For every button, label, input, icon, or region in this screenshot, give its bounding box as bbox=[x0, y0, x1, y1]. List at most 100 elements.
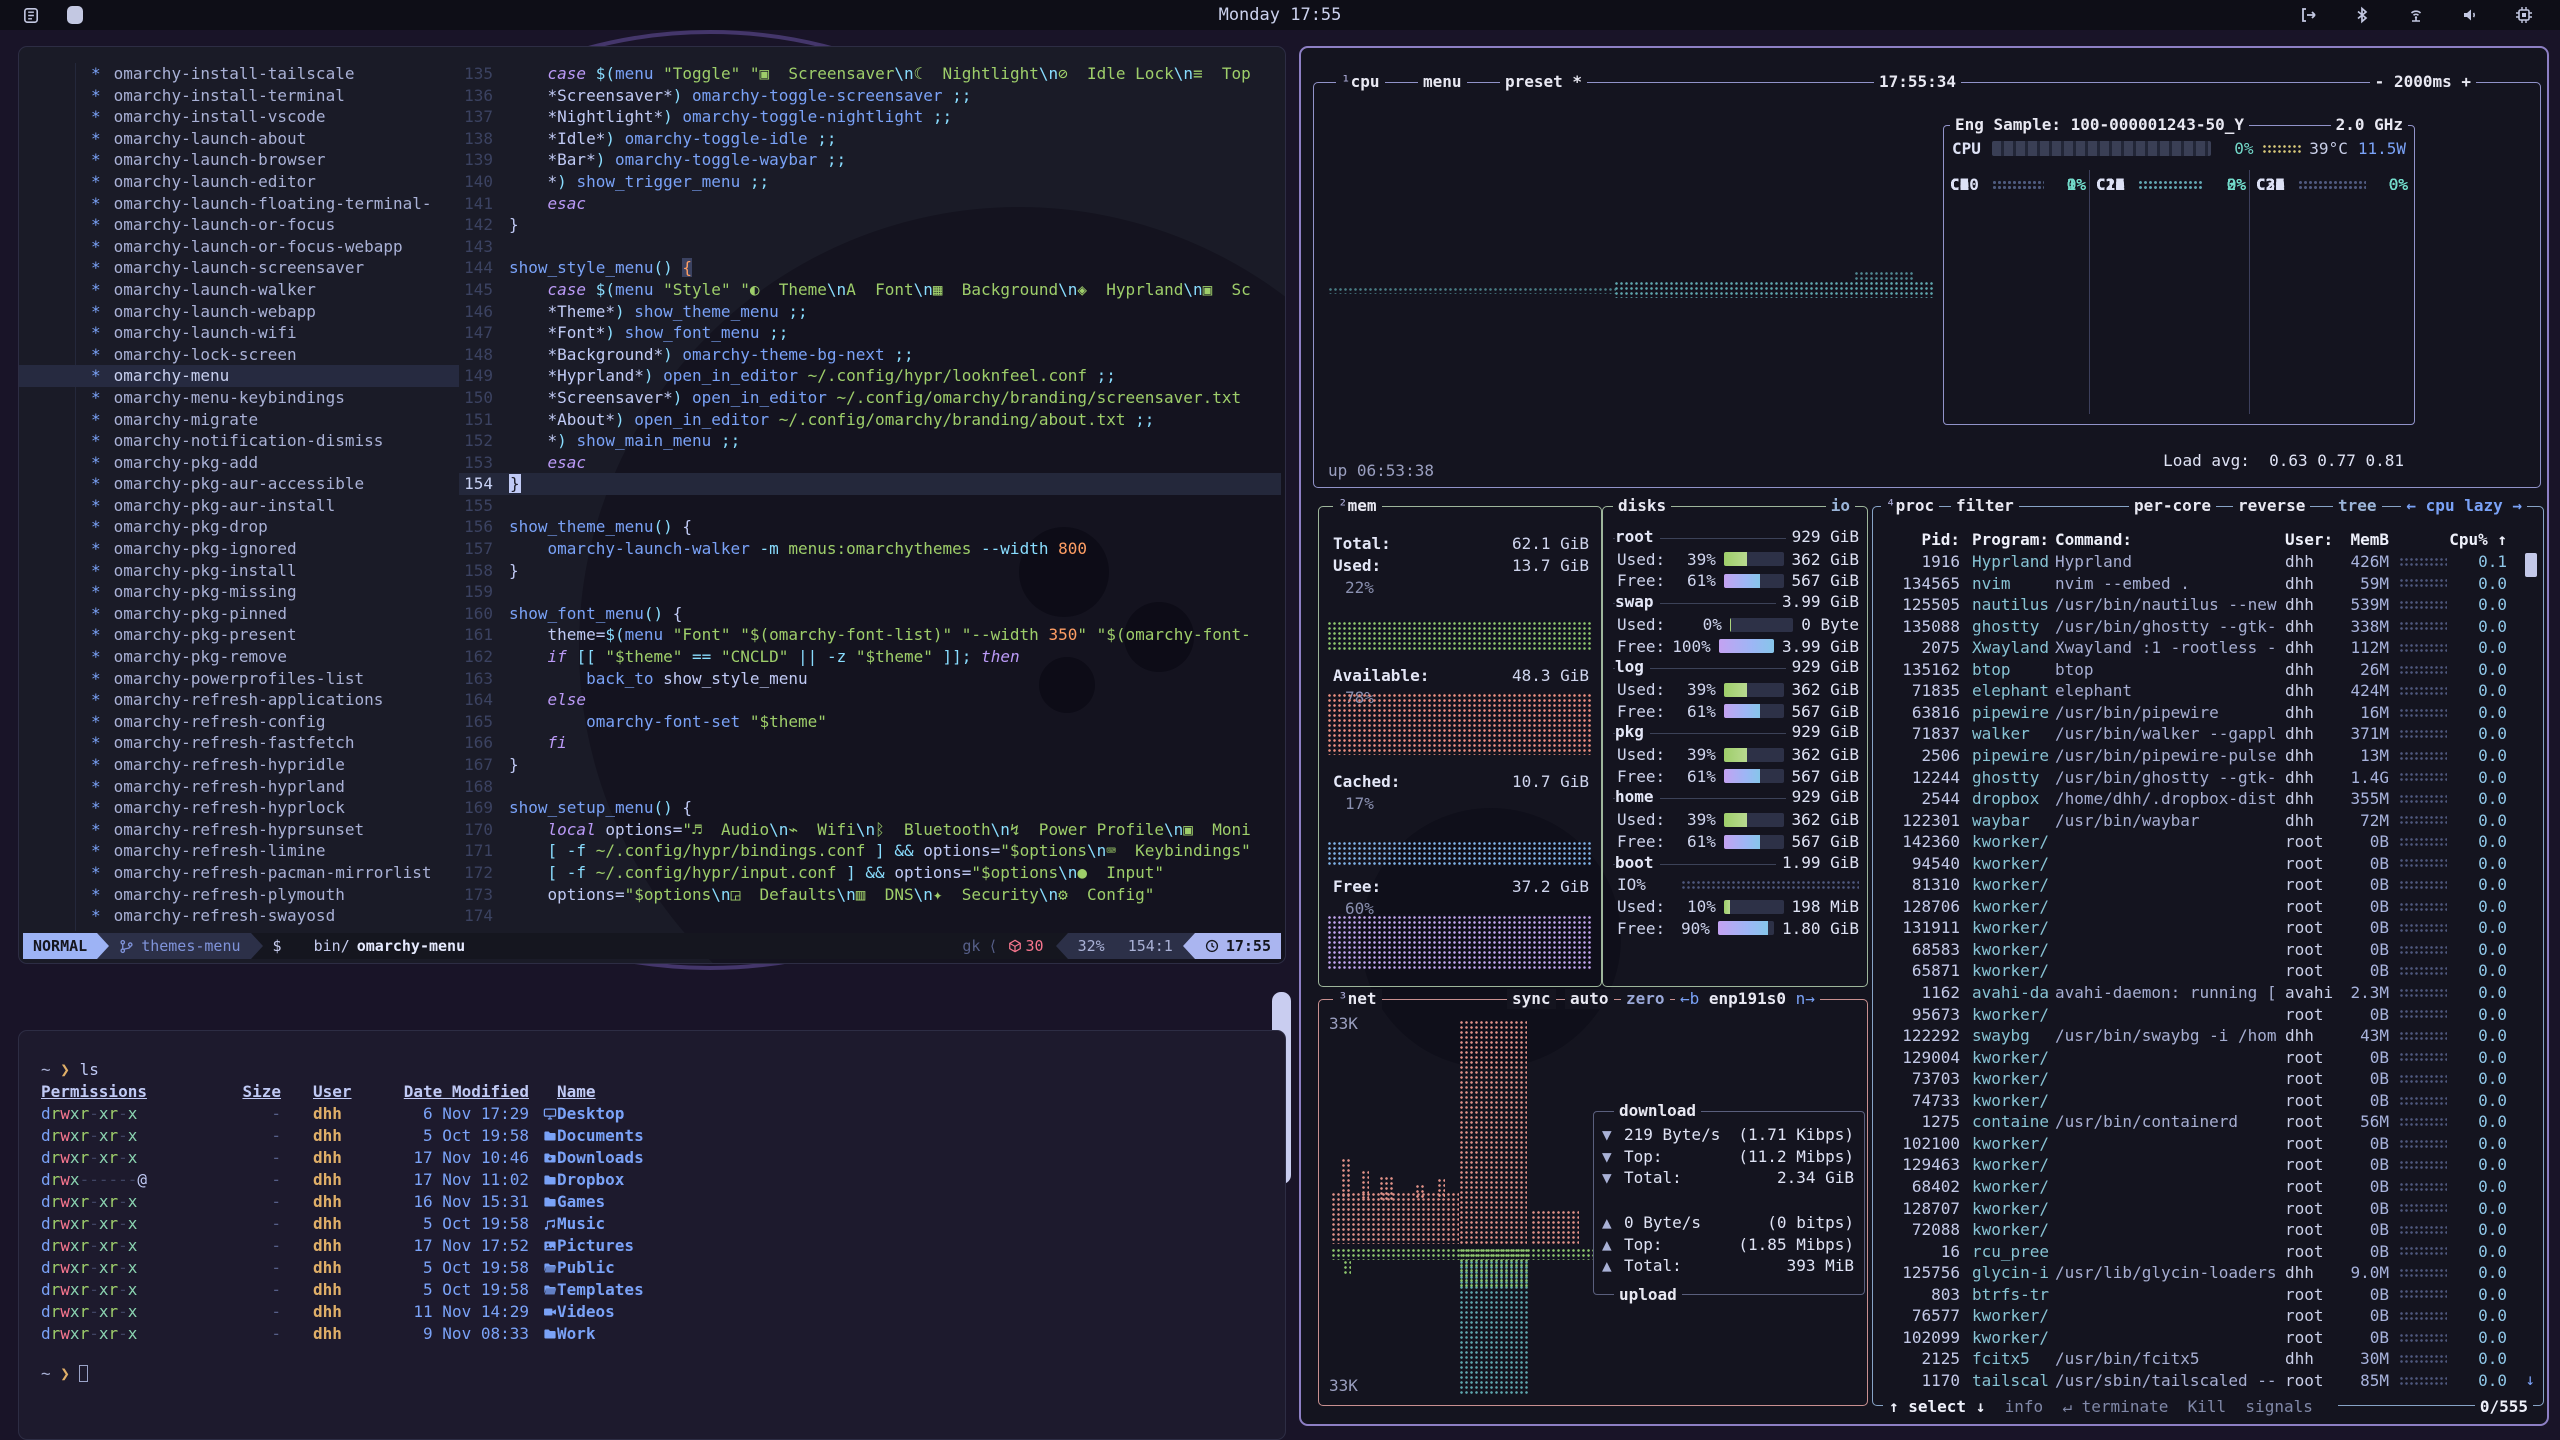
process-row[interactable]: 2125fcitx5/usr/bin/fcitx5dhh30M0.0 bbox=[1881, 1348, 2517, 1370]
file-list-item[interactable]: *omarchy-pkg-present bbox=[19, 624, 459, 646]
file-list-item[interactable]: *omarchy-pkg-aur-install bbox=[19, 495, 459, 517]
ls-name[interactable]: Public bbox=[557, 1257, 615, 1279]
file-list-item[interactable]: *omarchy-launch-screensaver bbox=[19, 257, 459, 279]
file-list-item[interactable]: *omarchy-install-terminal bbox=[19, 85, 459, 107]
process-row[interactable]: 129463kworker/root0B0.0 bbox=[1881, 1154, 2517, 1176]
file-list-item[interactable]: *omarchy-pkg-add bbox=[19, 452, 459, 474]
process-row[interactable]: 2075XwaylandXwayland :1 -rootless -dhh11… bbox=[1881, 637, 2517, 659]
process-row[interactable]: 74733kworker/root0B0.0 bbox=[1881, 1090, 2517, 1112]
ls-name[interactable]: Downloads bbox=[557, 1147, 644, 1169]
process-row[interactable]: 12244ghostty/usr/bin/ghostty --gtk-dhh1.… bbox=[1881, 767, 2517, 789]
file-list-item[interactable]: *omarchy-refresh-plymouth bbox=[19, 884, 459, 906]
net-zero-toggle[interactable]: zero bbox=[1621, 989, 1670, 1009]
file-list-item[interactable]: *omarchy-launch-webapp bbox=[19, 301, 459, 323]
ls-name[interactable]: Desktop bbox=[557, 1103, 624, 1125]
ls-name[interactable]: Music bbox=[557, 1213, 605, 1235]
proc-per-core-toggle[interactable]: per-core bbox=[2129, 496, 2216, 516]
process-row[interactable]: 63816pipewire/usr/bin/pipewiredhh16M0.0 bbox=[1881, 702, 2517, 724]
process-row[interactable]: 122292swaybg/usr/bin/swaybg -i /homdhh43… bbox=[1881, 1025, 2517, 1047]
process-row[interactable]: 68402kworker/root0B0.0 bbox=[1881, 1176, 2517, 1198]
process-row[interactable]: 2544dropbox/home/dhh/.dropbox-distdhh355… bbox=[1881, 788, 2517, 810]
prompt-line-2[interactable]: ~ ❯ bbox=[41, 1363, 1285, 1385]
file-list-item[interactable]: *omarchy-install-vscode bbox=[19, 106, 459, 128]
file-list-item[interactable]: *omarchy-install-tailscale bbox=[19, 63, 459, 85]
file-list-item[interactable]: *omarchy-launch-or-focus-webapp bbox=[19, 236, 459, 258]
footer-key[interactable]: ↵ terminate bbox=[2062, 1397, 2187, 1416]
net-sync-toggle[interactable]: sync bbox=[1507, 989, 1556, 1009]
proc-scrollbar[interactable] bbox=[2525, 553, 2537, 577]
file-list-item[interactable]: *omarchy-launch-editor bbox=[19, 171, 459, 193]
proc-panel-title[interactable]: ⁴proc bbox=[1881, 496, 1939, 516]
file-list-item[interactable]: *omarchy-refresh-hypridle bbox=[19, 754, 459, 776]
process-row[interactable]: 131911kworker/root0B0.0 bbox=[1881, 917, 2517, 939]
file-list-item[interactable]: *omarchy-lock-screen bbox=[19, 344, 459, 366]
file-list-item[interactable]: *omarchy-migrate bbox=[19, 409, 459, 431]
git-branch[interactable]: themes-menu bbox=[109, 933, 250, 959]
ls-name[interactable]: Pictures bbox=[557, 1235, 634, 1257]
net-panel-title[interactable]: ³net bbox=[1333, 989, 1382, 1009]
process-row[interactable]: 1170tailscal/usr/sbin/tailscaled --root8… bbox=[1881, 1370, 2517, 1392]
io-toggle[interactable]: io bbox=[1826, 496, 1855, 516]
process-row[interactable]: 125756glycin-i/usr/lib/glycin-loadersdhh… bbox=[1881, 1262, 2517, 1284]
process-row[interactable]: 1275containe/usr/bin/containerdroot56M0.… bbox=[1881, 1111, 2517, 1133]
file-list-item[interactable]: *omarchy-launch-browser bbox=[19, 149, 459, 171]
proc-sort-mode[interactable]: ← cpu lazy → bbox=[2401, 496, 2527, 516]
proc-filter[interactable]: filter bbox=[1951, 496, 2019, 516]
process-row[interactable]: 65871kworker/root0B0.0 bbox=[1881, 960, 2517, 982]
shell-window[interactable]: ~ ❯ ls PermissionsSizeUserDate ModifiedN… bbox=[18, 1030, 1286, 1440]
process-row[interactable]: 2506pipewire/usr/bin/pipewire-pulsedhh13… bbox=[1881, 745, 2517, 767]
process-row[interactable]: 129004kworker/root0B0.0 bbox=[1881, 1047, 2517, 1069]
net-interface[interactable]: ←b enp191s0 n→ bbox=[1675, 989, 1820, 1009]
process-row[interactable]: 68583kworker/root0B0.0 bbox=[1881, 939, 2517, 961]
file-list-item[interactable]: *omarchy-refresh-limine bbox=[19, 840, 459, 862]
process-row[interactable]: 81310kworker/root0B0.0 bbox=[1881, 874, 2517, 896]
file-list-item[interactable]: *omarchy-refresh-applications bbox=[19, 689, 459, 711]
file-list-item[interactable]: *omarchy-launch-walker bbox=[19, 279, 459, 301]
ls-name[interactable]: Work bbox=[557, 1323, 596, 1345]
process-row[interactable]: 1162avahi-daavahi-daemon: running [avahi… bbox=[1881, 982, 2517, 1004]
file-list-item[interactable]: *omarchy-pkg-pinned bbox=[19, 603, 459, 625]
proc-tree-toggle[interactable]: tree bbox=[2333, 496, 2382, 516]
process-row[interactable]: 71835elephantelephantdhh424M0.0 bbox=[1881, 680, 2517, 702]
proc-reverse-toggle[interactable]: reverse bbox=[2233, 496, 2310, 516]
ls-name[interactable]: Videos bbox=[557, 1301, 615, 1323]
process-row[interactable]: 135162btopbtopdhh26M0.0 bbox=[1881, 659, 2517, 681]
net-auto-toggle[interactable]: auto bbox=[1565, 989, 1614, 1009]
code-pane[interactable]: 135 case $(menu "Toggle" "▣ Screensaver\… bbox=[459, 63, 1281, 931]
process-row[interactable]: 135088ghostty/usr/bin/ghostty --gtk-dhh3… bbox=[1881, 616, 2517, 638]
process-row[interactable]: 102100kworker/root0B0.0 bbox=[1881, 1133, 2517, 1155]
cpu-panel-title[interactable]: ¹cpu bbox=[1336, 72, 1385, 92]
footer-key[interactable]: signals bbox=[2245, 1397, 2332, 1416]
file-list-item[interactable]: *omarchy-pkg-remove bbox=[19, 646, 459, 668]
process-row[interactable]: 128707kworker/root0B0.0 bbox=[1881, 1198, 2517, 1220]
file-list-item[interactable]: *omarchy-launch-floating-terminal- bbox=[19, 193, 459, 215]
file-pane[interactable]: *omarchy-install-tailscale*omarchy-insta… bbox=[19, 63, 459, 931]
update-interval[interactable]: - 2000ms + bbox=[2370, 72, 2476, 92]
mem-panel-title[interactable]: ²mem bbox=[1333, 496, 1382, 516]
file-list-item[interactable]: *omarchy-pkg-drop bbox=[19, 516, 459, 538]
process-row[interactable]: 16rcu_preeroot0B0.0 bbox=[1881, 1241, 2517, 1263]
file-list-item[interactable]: *omarchy-pkg-missing bbox=[19, 581, 459, 603]
file-list-item[interactable]: *omarchy-refresh-pacman-mirrorlist bbox=[19, 862, 459, 884]
disks-panel-title[interactable]: disks bbox=[1613, 496, 1671, 516]
process-row[interactable]: 803btrfs-trroot0B0.0 bbox=[1881, 1284, 2517, 1306]
file-list-item[interactable]: *omarchy-menu bbox=[19, 365, 459, 387]
file-list-item[interactable]: *omarchy-refresh-hyprland bbox=[19, 776, 459, 798]
footer-key[interactable]: info bbox=[2005, 1397, 2063, 1416]
file-list-item[interactable]: *omarchy-launch-or-focus bbox=[19, 214, 459, 236]
ls-name[interactable]: Documents bbox=[557, 1125, 644, 1147]
process-row[interactable]: 128706kworker/root0B0.0 bbox=[1881, 896, 2517, 918]
process-row[interactable]: 125505nautilus/usr/bin/nautilus --newdhh… bbox=[1881, 594, 2517, 616]
process-row[interactable]: 72088kworker/root0B0.0 bbox=[1881, 1219, 2517, 1241]
file-list-item[interactable]: *omarchy-pkg-ignored bbox=[19, 538, 459, 560]
file-list-item[interactable]: *omarchy-refresh-fastfetch bbox=[19, 732, 459, 754]
process-row[interactable]: 71837walker/usr/bin/walker --gappldhh371… bbox=[1881, 723, 2517, 745]
file-list-item[interactable]: *omarchy-notification-dismiss bbox=[19, 430, 459, 452]
footer-key[interactable]: ↑ select ↓ bbox=[1889, 1397, 2005, 1416]
file-list-item[interactable]: *omarchy-refresh-hyprsunset bbox=[19, 819, 459, 841]
file-list-item[interactable]: *omarchy-powerprofiles-list bbox=[19, 668, 459, 690]
process-row[interactable]: 134565nvimnvim --embed .dhh59M0.0 bbox=[1881, 573, 2517, 595]
process-row[interactable]: 76577kworker/root0B0.0 bbox=[1881, 1305, 2517, 1327]
process-row[interactable]: 142360kworker/root0B0.0 bbox=[1881, 831, 2517, 853]
scroll-down-icon[interactable]: ↓ bbox=[2525, 1370, 2535, 1389]
